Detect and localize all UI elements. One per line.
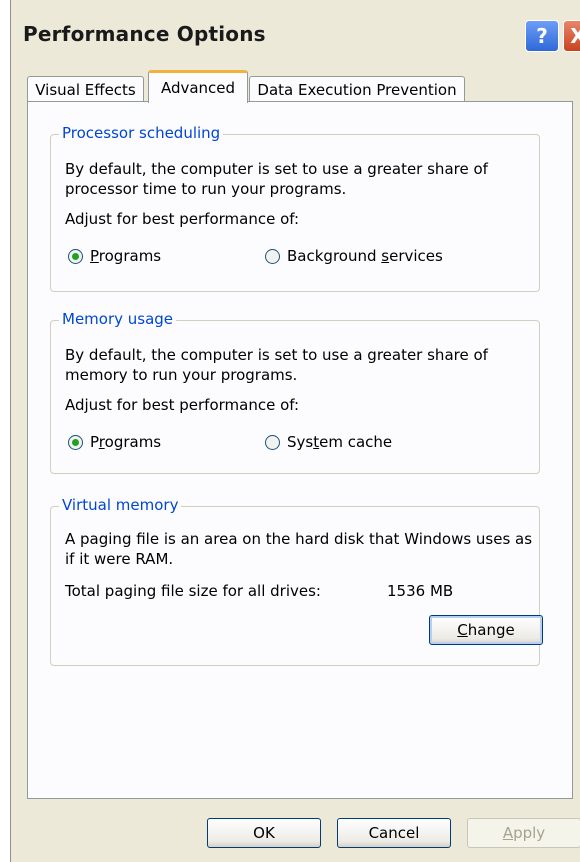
processor-adjust-label: Adjust for best performance of: — [65, 210, 300, 228]
title-bar[interactable]: Performance Options ? X — [11, 0, 580, 58]
processor-scheduling-group: Processor scheduling By default, the com… — [50, 124, 540, 292]
tab-label: Visual Effects — [35, 80, 136, 99]
tab-visual-effects[interactable]: Visual Effects — [27, 76, 144, 102]
tab-advanced[interactable]: Advanced — [148, 70, 248, 103]
tab-data-execution-prevention[interactable]: Data Execution Prevention — [249, 76, 465, 102]
memory-programs-radio[interactable] — [68, 435, 83, 450]
memory-usage-legend: Memory usage — [59, 310, 177, 328]
close-icon: X — [570, 24, 580, 48]
change-button[interactable]: Change — [429, 615, 543, 645]
paging-file-size-label: Total paging file size for all drives: — [65, 582, 321, 600]
tab-label: Advanced — [160, 79, 236, 97]
ok-button[interactable]: OK — [207, 818, 321, 848]
processor-background-services-radio[interactable] — [265, 249, 280, 264]
memory-description: By default, the computer is set to use a… — [65, 346, 488, 384]
virtual-memory-description: A paging file is an area on the hard dis… — [65, 530, 533, 568]
memory-system-cache-radio[interactable] — [265, 435, 280, 450]
advanced-tab-panel: Processor scheduling By default, the com… — [27, 101, 573, 799]
help-button[interactable]: ? — [525, 20, 559, 52]
window-title: Performance Options — [23, 22, 266, 46]
close-button[interactable]: X — [563, 20, 580, 52]
processor-description: By default, the computer is set to use a… — [65, 160, 488, 198]
paging-file-size-value: 1536 MB — [387, 582, 454, 600]
virtual-memory-group: Virtual memory A paging file is an area … — [50, 496, 543, 666]
processor-background-services-label[interactable]: Background services — [287, 246, 443, 266]
cancel-button[interactable]: Cancel — [337, 818, 451, 848]
performance-options-window: Performance Options ? X Visual Effects A… — [10, 0, 580, 862]
memory-adjust-label: Adjust for best performance of: — [65, 396, 300, 414]
processor-programs-label[interactable]: Programs — [90, 246, 161, 266]
memory-usage-group: Memory usage By default, the computer is… — [50, 310, 540, 474]
virtual-memory-legend: Virtual memory — [59, 496, 182, 514]
processor-scheduling-legend: Processor scheduling — [59, 124, 224, 142]
memory-programs-label[interactable]: Programs — [90, 432, 161, 452]
memory-system-cache-label[interactable]: System cache — [287, 432, 392, 452]
help-icon: ? — [536, 24, 548, 48]
tab-label: Data Execution Prevention — [257, 80, 457, 99]
apply-button[interactable]: Apply — [467, 818, 580, 848]
processor-programs-radio[interactable] — [68, 249, 83, 264]
